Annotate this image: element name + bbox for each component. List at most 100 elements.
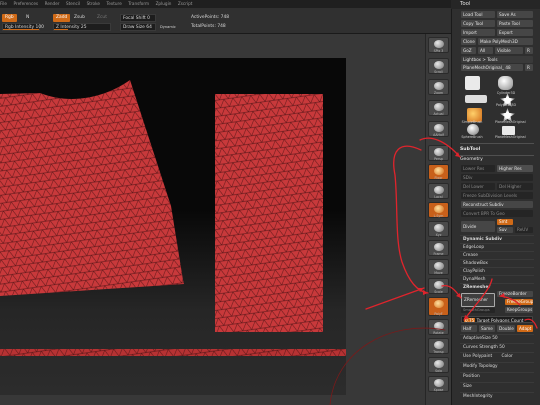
geometry-header[interactable]: Geometry	[460, 156, 534, 164]
half-button[interactable]: Half	[461, 325, 477, 332]
actual-icon	[434, 103, 444, 111]
load-tool-button[interactable]: Load Tool	[461, 11, 495, 18]
rotate-button[interactable]: Rotate	[428, 319, 449, 335]
menu-zplugin[interactable]: Zplugin	[156, 0, 172, 8]
menu-texture[interactable]: Texture	[106, 0, 121, 8]
current-tool-r[interactable]: R	[525, 64, 533, 71]
menu-stroke[interactable]: Stroke	[87, 0, 100, 8]
convert-bpr-button[interactable]: Convert BPR To Geo	[461, 210, 533, 217]
xyz-button[interactable]: Xyz	[428, 221, 449, 237]
goz-button[interactable]: GoZ	[461, 47, 476, 54]
freeze-groups-toggle[interactable]: FreezeGroups	[505, 299, 533, 305]
shadowbox-section[interactable]: ShadowBox	[460, 259, 534, 267]
use-polypaint-toggle[interactable]: Use Polypaint Color	[460, 352, 534, 360]
smt-toggle[interactable]: Smt	[497, 219, 513, 225]
spix-icon	[434, 40, 444, 48]
all-button[interactable]: All	[478, 47, 493, 54]
del-higher-button[interactable]: Del Higher	[497, 183, 533, 190]
xpose-button[interactable]: Xpose	[428, 376, 449, 392]
del-lower-button[interactable]: Del Lower	[461, 183, 495, 190]
paste-tool-button[interactable]: Paste Tool	[497, 20, 533, 27]
menu-stencil[interactable]: Stencil	[66, 0, 80, 8]
tool-thumb-planemesh[interactable]	[465, 76, 480, 90]
export-button[interactable]: Export	[497, 29, 533, 36]
divide-button[interactable]: Divide	[461, 221, 495, 232]
rgb-n-label: N	[26, 15, 30, 20]
menu-zscript[interactable]: Zscript	[178, 0, 193, 8]
suv-toggle[interactable]: Suv	[497, 227, 513, 233]
clone-button[interactable]: Clone	[461, 38, 476, 45]
keep-groups-toggle[interactable]: KeepGroups	[505, 307, 533, 313]
z-intensity-fill	[54, 29, 68, 30]
freeze-subdivision-button[interactable]: Freeze SubDivision Levels	[461, 192, 533, 199]
double-button[interactable]: Double	[497, 325, 515, 332]
tool-thumb-cylinder[interactable]	[498, 76, 513, 90]
dynamic-button[interactable]: Dynamic	[160, 23, 176, 31]
tool-thumb-planemesh-3[interactable]	[502, 126, 515, 135]
lower-res-button[interactable]: Lower Res	[461, 165, 495, 172]
sdiv-slider[interactable]: SDiv	[461, 174, 533, 181]
adaptive-size-slider[interactable]: AdaptiveSize 50	[460, 334, 534, 342]
adapt-toggle[interactable]: Adapt	[517, 325, 533, 332]
menu-render[interactable]: Render	[45, 0, 60, 8]
solo-button[interactable]: Solo	[428, 357, 449, 373]
zcut-button[interactable]: Zcut	[97, 14, 107, 22]
size-section[interactable]: Size	[460, 382, 534, 390]
zoom-button[interactable]: Zoom	[428, 79, 449, 95]
target-polygons-slider[interactable]: 0.75 Target Polygons Count	[461, 316, 533, 323]
persp-button[interactable]: Persp	[428, 145, 449, 161]
claypolish-section[interactable]: ClayPolish	[460, 267, 534, 275]
visible-button[interactable]: Visible	[495, 47, 523, 54]
dynamesh-section[interactable]: DynaMesh	[460, 275, 534, 283]
tool-thumb-planemesh-2[interactable]	[465, 95, 487, 103]
freeze-border-toggle[interactable]: FreezeBorder	[497, 291, 533, 297]
reuv-toggle[interactable]: ReUV	[515, 227, 533, 233]
curves-strength-slider[interactable]: Curves Strength 50	[460, 343, 534, 351]
dynamic-subdiv-section[interactable]: Dynamic Subdiv	[460, 235, 534, 243]
zremesher-button[interactable]: ZRemesher	[461, 293, 495, 307]
higher-res-button[interactable]: Higher Res	[497, 165, 533, 172]
same-button[interactable]: Same	[479, 325, 495, 332]
edgeloop-section[interactable]: EdgeLoop	[460, 243, 534, 251]
current-tool-name[interactable]: PlaneMeshOriginal_ 48	[461, 64, 523, 71]
frame-button[interactable]: Frame	[428, 240, 449, 256]
polyf-button[interactable]: PolyF	[428, 297, 449, 316]
zremesher-section[interactable]: ZRemesher	[460, 283, 534, 291]
make-polymesh-button[interactable]: Make PolyMesh3D	[478, 38, 533, 45]
meshintegrity-section[interactable]: MeshIntegrity	[460, 392, 534, 400]
reconstruct-subdiv-button[interactable]: Reconstruct Subdiv	[461, 201, 533, 208]
floor-button[interactable]: Floor	[428, 164, 449, 180]
smooth-groups-toggle[interactable]: SmoothGroups	[461, 308, 495, 313]
menu-transform[interactable]: Transform	[128, 0, 149, 8]
rgb-button[interactable]: Rgb	[2, 14, 17, 22]
aahalf-button[interactable]: AAHalf	[428, 121, 449, 137]
transp-button[interactable]: Transp	[428, 338, 449, 354]
import-button[interactable]: Import	[461, 29, 495, 36]
zsub-button[interactable]: Zsub	[74, 14, 85, 22]
tool-thumb-sphere[interactable]	[467, 124, 479, 135]
menu-preferences[interactable]: Preferences	[13, 0, 38, 8]
mesh-model[interactable]	[0, 58, 346, 358]
r-button[interactable]: R	[525, 47, 533, 54]
subtool-header[interactable]: SubTool	[460, 146, 534, 154]
spix-button[interactable]: SPix 3	[428, 37, 449, 53]
move-button[interactable]: Move	[428, 259, 449, 275]
scale-button[interactable]: Scale	[428, 278, 449, 294]
position-section[interactable]: Position	[460, 372, 534, 380]
active-points-readout: ActivePoints: 748	[191, 15, 230, 20]
actual-button[interactable]: Actual	[428, 100, 449, 116]
rgb-intensity-slider[interactable]: Rgb Intensity 100	[2, 23, 44, 31]
menu-file[interactable]: File	[0, 0, 7, 8]
lsym-button[interactable]: L.Sym	[428, 202, 449, 218]
lightbox-tools-button[interactable]: Lightbox > Tools	[461, 56, 533, 63]
crease-section[interactable]: Crease	[460, 251, 534, 259]
local-button[interactable]: Local	[428, 183, 449, 199]
copy-tool-button[interactable]: Copy Tool	[461, 20, 495, 27]
modify-topology-section[interactable]: Modify Topology	[460, 362, 534, 370]
save-as-button[interactable]: Save As	[497, 11, 533, 18]
zadd-button[interactable]: Zadd	[53, 14, 71, 22]
scroll-button[interactable]: Scroll	[428, 58, 449, 74]
focal-shift-slider[interactable]: Focal Shift 0	[120, 14, 156, 22]
draw-size-slider[interactable]: Draw Size 64	[120, 23, 156, 31]
z-intensity-slider[interactable]: Z Intensity 25	[53, 23, 111, 31]
